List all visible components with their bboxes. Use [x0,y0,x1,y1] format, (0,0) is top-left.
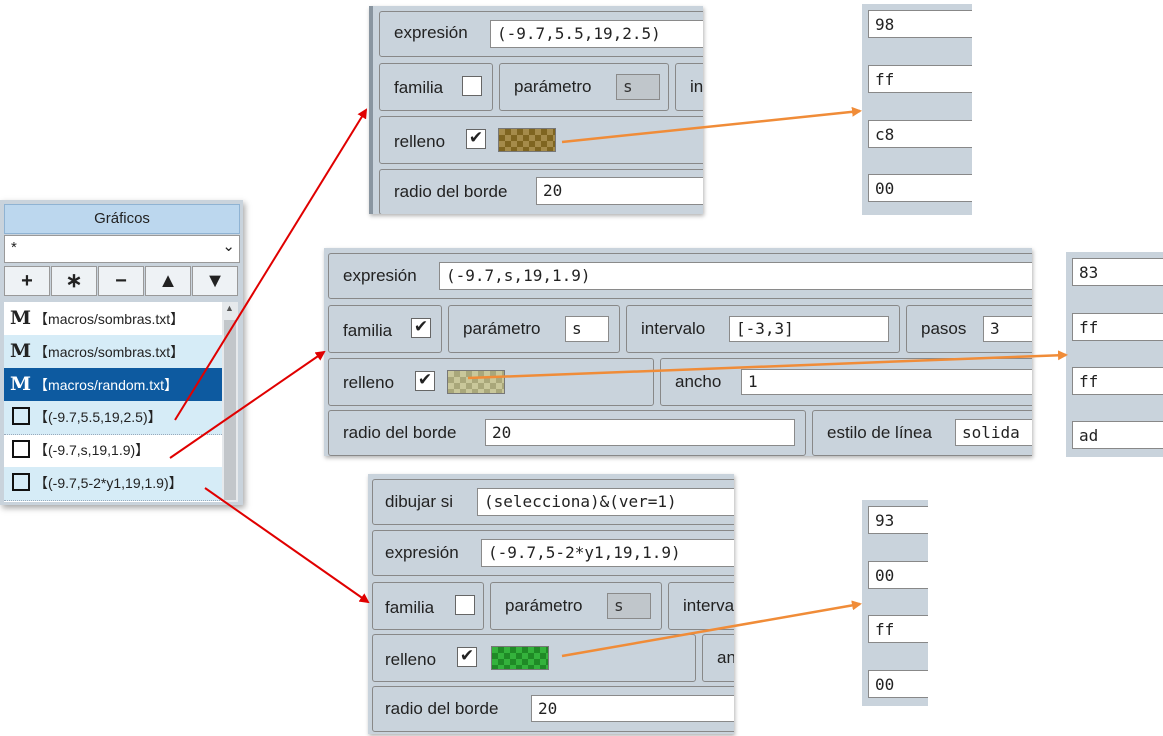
red-arrow-1 [174,108,368,421]
orange-arrow-2 [467,350,1068,380]
red-arrow-2 [169,350,326,459]
red-arrow-3 [204,487,370,604]
orange-arrow-3 [561,600,862,658]
annotation-arrows [169,106,1068,658]
orange-arrow-1 [561,106,862,144]
